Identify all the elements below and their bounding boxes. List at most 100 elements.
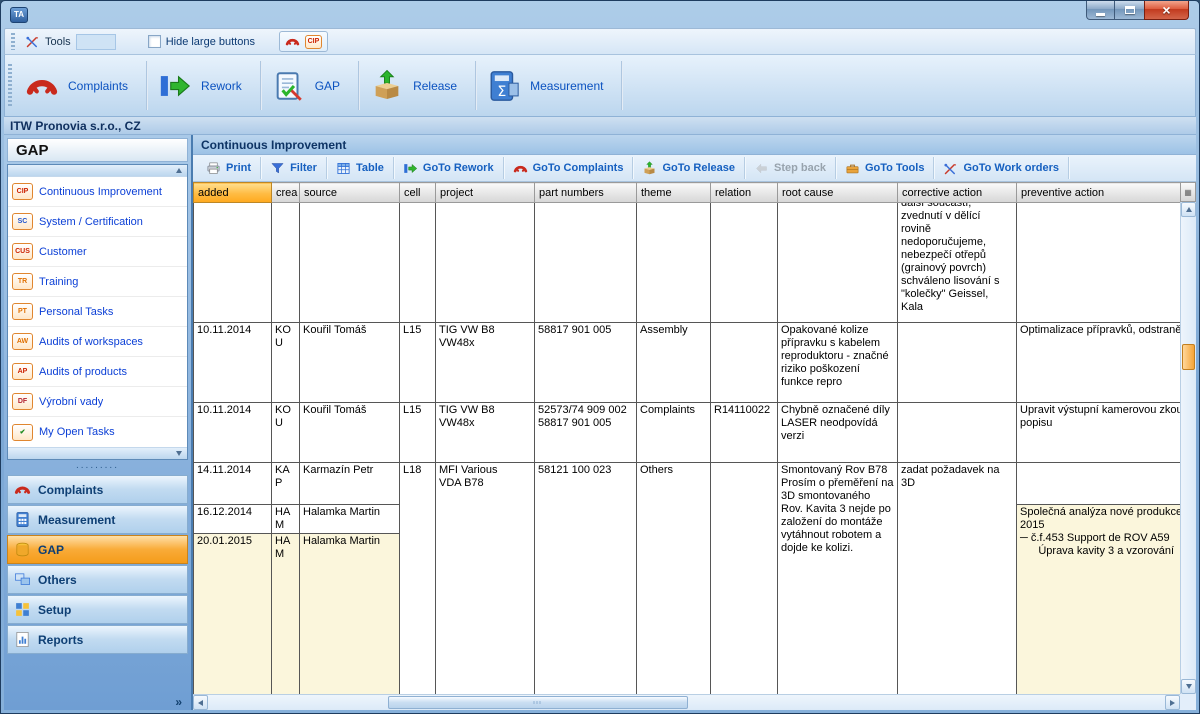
grid-cell[interactable] (711, 203, 778, 323)
toolbar-button-goto-rework[interactable]: GoTo Rework (394, 157, 504, 179)
sidebar-item-my-open-tasks[interactable]: ✔My Open Tasks (8, 417, 187, 447)
sidebar-scroll-up[interactable] (8, 165, 187, 177)
grid-cell[interactable] (400, 203, 436, 323)
grid-cell[interactable]: 58121 100 023 (535, 463, 637, 695)
grid-cell[interactable]: Complaints (637, 403, 711, 463)
grid-cell[interactable]: TIG VW B8 VW48x (436, 323, 535, 403)
toolbar-button-filter[interactable]: Filter (261, 157, 327, 179)
column-header-preventive-action[interactable]: preventive action (1017, 183, 1181, 203)
column-header-cell[interactable]: cell (400, 183, 436, 203)
column-header-relation[interactable]: relation (711, 183, 778, 203)
close-button[interactable]: × (1144, 1, 1189, 20)
sidebar-item-customer[interactable]: CUSCustomer (8, 237, 187, 267)
horizontal-scroll-thumb[interactable] (388, 696, 688, 709)
tools-menu-button[interactable]: Tools (21, 33, 120, 51)
grid-cell[interactable] (711, 463, 778, 695)
minimize-button[interactable] (1086, 1, 1115, 20)
column-header-crea[interactable]: crea (272, 183, 300, 203)
toolbar-button-table[interactable]: Table (327, 157, 394, 179)
tools-menu-dropdown[interactable] (76, 34, 116, 50)
grid-cell[interactable] (535, 203, 637, 323)
grid-cell[interactable] (300, 203, 400, 323)
vertical-scroll-thumb[interactable] (1182, 344, 1195, 370)
toolbar-button-goto-complaints[interactable]: GoTo Complaints (504, 157, 634, 179)
grid-cell[interactable]: HAM (272, 534, 300, 695)
sidebar-collapse-chevron[interactable] (175, 695, 182, 709)
grid-cell[interactable] (898, 403, 1017, 463)
grid-cell[interactable]: Kouřil Tomáš (300, 323, 400, 403)
scroll-down-button[interactable] (1181, 679, 1196, 694)
grid-cell[interactable]: Chybně označené díly LASER neodpovídá ve… (778, 403, 898, 463)
sidebar-item-v-robn-vady[interactable]: DFVýrobní vady (8, 387, 187, 417)
sidebar-nav-gap[interactable]: GAP (7, 535, 188, 564)
scroll-left-button[interactable] (193, 695, 208, 710)
sidebar-item-audits-of-workspaces[interactable]: AWAudits of workspaces (8, 327, 187, 357)
titlebar[interactable]: TA × (4, 1, 1196, 28)
column-header-source[interactable]: source (300, 183, 400, 203)
grid-cell[interactable]: KAP (272, 463, 300, 505)
grid-cell[interactable]: HAM (272, 505, 300, 534)
sidebar-item-audits-of-products[interactable]: APAudits of products (8, 357, 187, 387)
grid-cell[interactable] (1017, 203, 1181, 323)
grid-cell[interactable] (898, 323, 1017, 403)
grid-cell[interactable] (637, 203, 711, 323)
grid-cell[interactable]: zadat požadavek na 3D (898, 463, 1017, 695)
column-header-project[interactable]: project (436, 183, 535, 203)
grid-cell[interactable]: TIG VW B8 VW48x (436, 403, 535, 463)
large-buttons-grip[interactable] (8, 64, 12, 108)
scroll-right-button[interactable] (1165, 695, 1180, 710)
grid-cell[interactable]: 52573/74 909 002 58817 901 005 (535, 403, 637, 463)
grid-cell[interactable]: Opakované kolize přípravku s kabelem rep… (778, 323, 898, 403)
grid-cell[interactable] (194, 203, 272, 323)
column-header-part-numbers[interactable]: part numbers (535, 183, 637, 203)
grid-cell[interactable] (711, 323, 778, 403)
cip-icon[interactable]: CIP (305, 35, 322, 49)
large-button-release[interactable]: Release (360, 55, 477, 116)
grid-cell[interactable] (778, 203, 898, 323)
grid-cell[interactable]: Společná analýza nové produkce od začátk… (1017, 505, 1181, 695)
grid-cell[interactable]: L18 (400, 463, 436, 695)
horizontal-scrollbar[interactable] (193, 694, 1180, 710)
grid-cell[interactable]: 10.11.2014 (194, 323, 272, 403)
grid-cell[interactable]: KOU (272, 323, 300, 403)
column-header-theme[interactable]: theme (637, 183, 711, 203)
toolbar-button-goto-work-orders[interactable]: GoTo Work orders (934, 157, 1069, 179)
sidebar-item-personal-tasks[interactable]: PTPersonal Tasks (8, 297, 187, 327)
grid-cell[interactable]: Assembly (637, 323, 711, 403)
toolbar-button-print[interactable]: Print (197, 157, 261, 179)
grid-cell[interactable]: Kouřil Tomáš (300, 403, 400, 463)
grid-cell[interactable] (1017, 463, 1181, 505)
sidebar-nav-setup[interactable]: Setup (7, 595, 188, 624)
grid-cell[interactable]: Optimalizace přípravků, odstranění koliz… (1017, 323, 1181, 403)
grid-cell[interactable]: 16.12.2014 (194, 505, 272, 534)
large-button-complaints[interactable]: Complaints (15, 55, 148, 116)
grid-cell[interactable]: 10.11.2014 (194, 403, 272, 463)
sidebar-item-continuous-improvement[interactable]: CIPContinuous Improvement (8, 177, 187, 207)
sidebar-item-training[interactable]: TRTraining (8, 267, 187, 297)
toolbar-button-goto-release[interactable]: GoTo Release (633, 157, 745, 179)
scroll-up-button[interactable] (1181, 202, 1196, 217)
grid-cell[interactable]: Halamka Martin (300, 505, 400, 534)
toolbar-button-goto-tools[interactable]: GoTo Tools (836, 157, 934, 179)
grid-cell[interactable]: KOU (272, 403, 300, 463)
grid-cell[interactable] (436, 203, 535, 323)
column-header-root-cause[interactable]: root cause (778, 183, 898, 203)
vertical-scrollbar[interactable] (1180, 202, 1196, 694)
sidebar-nav-complaints[interactable]: Complaints (7, 475, 188, 504)
maximize-button[interactable] (1115, 1, 1144, 20)
grid-cell[interactable]: Others (637, 463, 711, 695)
sidebar-scroll-down[interactable] (8, 447, 187, 459)
grid-cell[interactable]: Upravit výstupní kamerovou zkoušku na ko… (1017, 403, 1181, 463)
toolbar-grip[interactable] (11, 33, 15, 50)
sidebar-nav-others[interactable]: Others (7, 565, 188, 594)
sidebar-nav-reports[interactable]: Reports (7, 625, 188, 654)
grid-cell[interactable] (272, 203, 300, 323)
grid-cell[interactable]: Karmazín Petr (300, 463, 400, 505)
sidebar-nav-measurement[interactable]: Measurement (7, 505, 188, 534)
grid-cell[interactable]: 20.01.2015 (194, 534, 272, 695)
grid-cell[interactable]: Halamka Martin (300, 534, 400, 695)
column-header-corrective-action[interactable]: corrective action (898, 183, 1017, 203)
large-button-rework[interactable]: Rework (148, 55, 262, 116)
grid-cell[interactable]: 14.11.2014 (194, 463, 272, 505)
phone-icon[interactable] (285, 34, 300, 49)
